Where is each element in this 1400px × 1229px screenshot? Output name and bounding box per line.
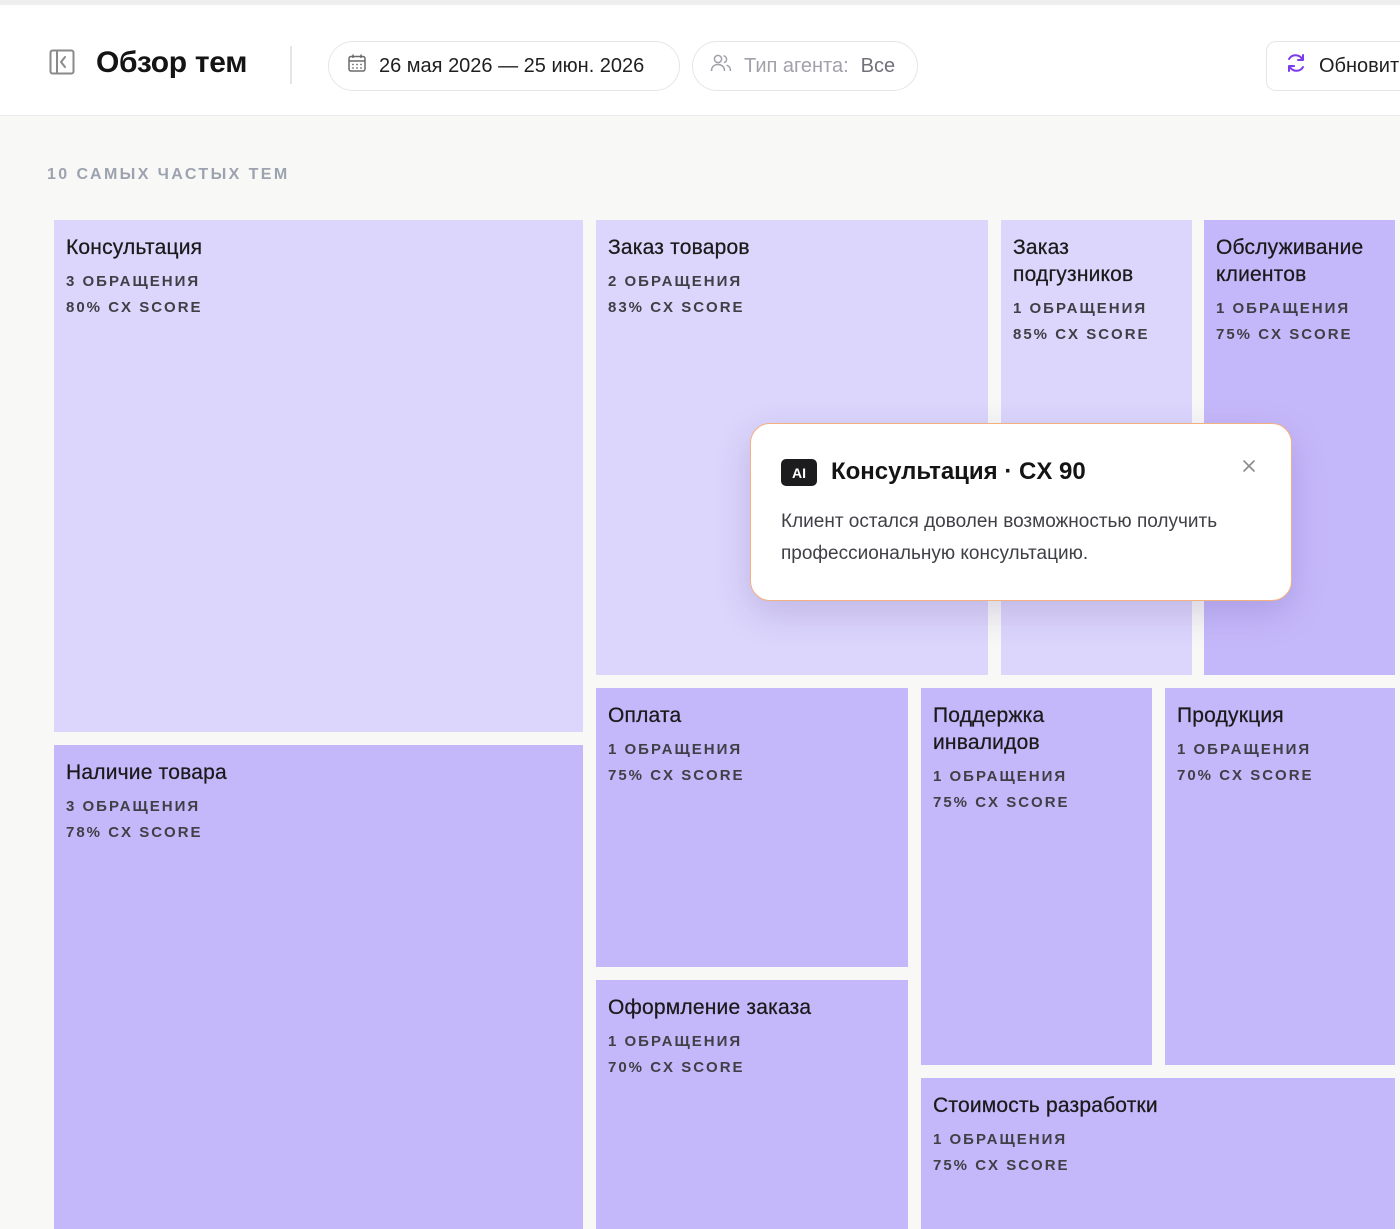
users-icon (710, 53, 732, 79)
topic-score: 75% CX SCORE (1216, 326, 1353, 343)
topic-name: Оплата (608, 704, 682, 727)
topic-count: 1 ОБРАЩЕНИЯ (608, 1033, 743, 1050)
topic-tile[interactable]: Наличие товара 3 ОБРАЩЕНИЯ 78% CX SCORE (54, 745, 583, 1229)
topic-name: Обслуживание клиентов (1216, 236, 1364, 286)
topic-count: 1 ОБРАЩЕНИЯ (608, 741, 743, 758)
topic-name: Продукция (1177, 704, 1284, 727)
topic-tile[interactable]: Продукция 1 ОБРАЩЕНИЯ 70% CX SCORE (1165, 688, 1395, 1065)
topic-count: 1 ОБРАЩЕНИЯ (933, 768, 1068, 785)
topic-count: 2 ОБРАЩЕНИЯ (608, 273, 743, 290)
page-title: Обзор тем (96, 46, 248, 79)
topic-score: 70% CX SCORE (608, 1059, 745, 1076)
topic-score: 80% CX SCORE (66, 299, 203, 316)
topic-name: Стоимость разработки (933, 1094, 1158, 1117)
topic-tile[interactable]: Стоимость разработки 1 ОБРАЩЕНИЯ 75% CX … (921, 1078, 1395, 1229)
refresh-label: Обновит (1319, 54, 1400, 77)
topic-score: 75% CX SCORE (933, 1157, 1070, 1174)
close-icon[interactable] (1237, 454, 1261, 478)
topic-score: 70% CX SCORE (1177, 767, 1314, 784)
agent-type-filter[interactable]: Тип агента: Все (692, 41, 918, 91)
topic-name: Заказ подгузников (1013, 236, 1134, 286)
topic-name: Консультация (66, 236, 203, 259)
section-title: 10 САМЫХ ЧАСТЫХ ТЕМ (47, 166, 290, 183)
date-range-picker[interactable]: 26 мая 2026 — 25 июн. 2026 (328, 41, 680, 91)
agent-type-value: Все (860, 54, 896, 77)
refresh-button[interactable]: Обновит (1266, 41, 1400, 91)
refresh-icon (1285, 52, 1307, 80)
ai-badge: AI (781, 459, 817, 486)
topic-name: Поддержка инвалидов (933, 704, 1045, 754)
topic-count: 1 ОБРАЩЕНИЯ (1013, 300, 1148, 317)
topic-score: 75% CX SCORE (933, 794, 1070, 811)
topic-tile[interactable]: Консультация 3 ОБРАЩЕНИЯ 80% CX SCORE (54, 220, 583, 732)
topic-count: 1 ОБРАЩЕНИЯ (1177, 741, 1312, 758)
topic-tile[interactable]: Оплата 1 ОБРАЩЕНИЯ 75% CX SCORE (596, 688, 908, 967)
agent-type-label: Тип агента: (744, 54, 849, 77)
tooltip-body: Клиент остался доволен возможностью полу… (781, 511, 1218, 564)
calendar-icon (347, 53, 367, 79)
topic-score: 85% CX SCORE (1013, 326, 1150, 343)
topic-name: Наличие товара (66, 761, 227, 784)
topic-name: Оформление заказа (608, 996, 812, 1019)
topic-count: 3 ОБРАЩЕНИЯ (66, 798, 201, 815)
topic-name: Заказ товаров (608, 236, 750, 259)
sidebar-toggle-icon[interactable] (48, 48, 76, 76)
topic-score: 83% CX SCORE (608, 299, 745, 316)
topic-count: 3 ОБРАЩЕНИЯ (66, 273, 201, 290)
topic-score: 75% CX SCORE (608, 767, 745, 784)
topic-tile[interactable]: Поддержка инвалидов 1 ОБРАЩЕНИЯ 75% CX S… (921, 688, 1152, 1065)
topic-count: 1 ОБРАЩЕНИЯ (1216, 300, 1351, 317)
topic-score: 78% CX SCORE (66, 824, 203, 841)
topic-tooltip: AI Консультация · CX 90 Клиент остался д… (750, 423, 1292, 601)
topic-tile[interactable]: Оформление заказа 1 ОБРАЩЕНИЯ 70% CX SCO… (596, 980, 908, 1229)
tooltip-title: Консультация · CX 90 (831, 458, 1086, 485)
top-bar: Обзор тем 26 мая 2026 — 25 июн. 2026 Тип (0, 0, 1400, 116)
header-divider (290, 46, 292, 84)
topic-count: 1 ОБРАЩЕНИЯ (933, 1131, 1068, 1148)
date-range-text: 26 мая 2026 — 25 июн. 2026 (379, 54, 645, 77)
